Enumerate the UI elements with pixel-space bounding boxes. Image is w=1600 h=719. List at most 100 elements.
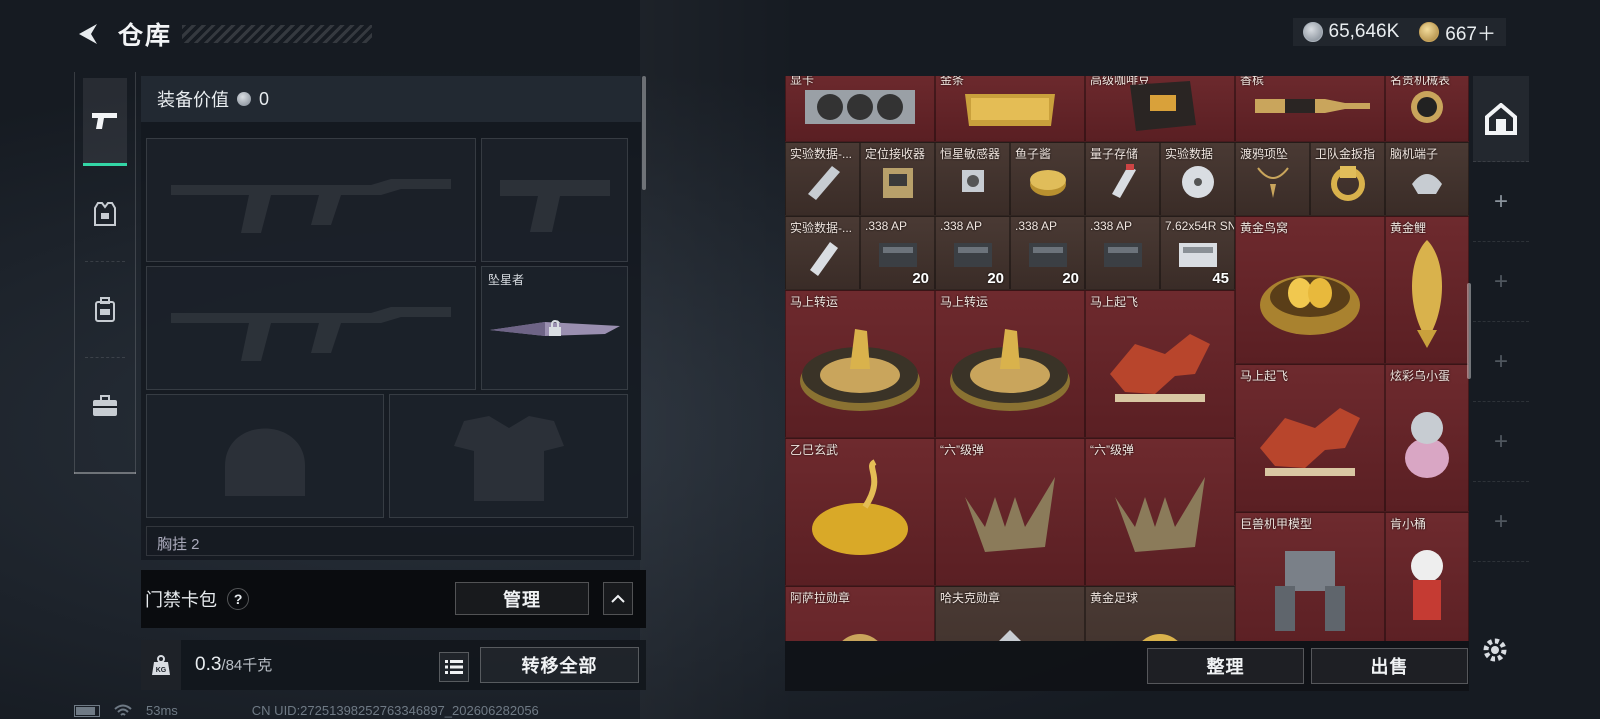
tab-armor[interactable] [75,166,135,262]
stash-item[interactable]: 卫队金扳指 [1310,142,1385,216]
currency-bar: 65,646K 667＋ [1292,18,1506,46]
stash-item[interactable]: .338 AP 20 [860,216,935,290]
ammo-box-icon [1178,243,1217,267]
pistol-slot[interactable] [481,138,628,262]
uid-text: CN UID:27251398252763346897_202606282056 [251,703,539,718]
gold-ring-icon [1330,166,1365,201]
disc-icon [1181,166,1214,198]
figurine-icon [1411,550,1443,620]
stash-item[interactable]: 肯小桶 [1385,512,1469,641]
capacity-bar: KG 0.3/84千克 转移全部 [141,640,646,690]
stash-action-bar: 整理 出售 [785,641,1469,691]
stash-item[interactable]: 名贵机械表 [1385,76,1469,142]
stash-item[interactable]: 高级咖啡豆 [1085,76,1235,142]
chest-rig-row[interactable]: 胸挂 2 [146,526,634,556]
stash-item[interactable]: 脑机端子 [1385,142,1469,216]
plus-icon: + [1493,267,1508,295]
equipment-scrollbar[interactable] [642,76,646,190]
plus-icon: + [1493,507,1508,535]
fortune-wheel-icon [950,329,1070,411]
helmet-slot[interactable] [146,394,384,518]
gold-currency[interactable]: 667＋ [1419,19,1496,46]
ammo-box-icon [953,243,992,267]
stash-item[interactable]: “六”级弹 [1085,438,1235,586]
manage-button[interactable]: 管理 [455,582,589,615]
stash-item[interactable]: 巨兽机甲模型 [1235,512,1385,641]
stash-item[interactable]: 马上转运 [785,290,935,438]
stash-item[interactable]: 渡鸦项坠 [1235,142,1310,216]
stash-item[interactable]: 黄金鲤 [1385,216,1469,364]
ammo-box-icon [1103,243,1142,267]
stash-item[interactable]: 马上起飞 [1235,364,1385,512]
stash-page-home[interactable] [1473,76,1529,162]
ping-text: 53ms [146,703,178,718]
melee-slot[interactable]: 坠星者 [481,266,628,390]
list-icon [445,660,463,674]
sort-button[interactable]: 整理 [1147,648,1304,684]
tab-rail-underline [74,472,136,474]
stash-item[interactable]: 7.62x54R SNB45 [1160,216,1235,290]
plus-icon: + [1493,347,1508,375]
stash-item[interactable]: 金条 [935,76,1085,142]
gold-bar-icon [965,94,1055,126]
silver-currency[interactable]: 65,646K [1302,21,1399,43]
stash-item[interactable]: .338 AP [1085,216,1160,290]
stash-item[interactable]: 量子存储 [1085,142,1160,216]
stash-item[interactable]: 定位接收器 [860,142,935,216]
stash-item[interactable]: 炫彩乌小蛋 [1385,364,1469,512]
stash-item[interactable]: .338 AP 20 [1010,216,1085,290]
stash-item[interactable]: 恒星敏感器 [935,142,1010,216]
ammo-box-icon [878,243,917,267]
stash-item[interactable]: 香槟 [1235,76,1385,142]
plus-icon: + [1493,187,1508,215]
stash-item[interactable]: 实验数据 [1160,142,1235,216]
stash-item[interactable]: .338 AP 20 [935,216,1010,290]
stash-page-add[interactable]: + [1473,242,1529,322]
stash-page-add[interactable]: + [1473,482,1529,562]
svg-text:KG: KG [156,667,167,674]
help-icon[interactable]: ? [222,583,254,615]
mech-model-icon [1275,551,1345,631]
stash-item[interactable]: 实验数据-... [785,216,860,290]
chevron-up-icon [611,594,625,603]
silver-coin-icon [237,92,251,106]
stash-item[interactable]: 哈夫克勋章 [935,586,1085,641]
armor-slot[interactable] [389,394,628,518]
secondary-weapon-slot[interactable] [146,266,476,390]
primary-weapon-slot[interactable] [146,138,476,262]
stash-item[interactable]: “六”级弹 [935,438,1085,586]
stash-item[interactable]: 显卡 [785,76,935,142]
stash-item[interactable]: 乙巳玄武 [785,438,935,586]
stash-scrollbar[interactable] [1467,283,1471,379]
stash-page-add[interactable]: + [1473,162,1529,242]
expand-button[interactable] [603,582,633,615]
list-view-button[interactable] [439,652,469,682]
transfer-all-button[interactable]: 转移全部 [480,647,639,683]
golden-turtle-icon [812,459,908,555]
stash-item[interactable]: 阿萨拉勋章 [785,586,935,641]
gold-amount: 667＋ [1445,23,1496,45]
armor-vest-icon [94,202,116,226]
hand-sign-icon [1115,477,1205,552]
settings-gear-icon[interactable] [1481,636,1509,669]
tab-weapons[interactable] [83,78,127,166]
stash-item[interactable]: 鱼子酱 [1010,142,1085,216]
equipment-panel: 装备价值 0 坠星者 胸挂 2 [141,76,641,560]
stash-item[interactable]: 黄金鸟窝 [1235,216,1385,364]
stash-item[interactable]: 马上起飞 [1085,290,1235,438]
pendant-icon [1256,167,1289,198]
tab-backpack[interactable] [75,262,135,358]
sell-button[interactable]: 出售 [1311,648,1468,684]
helmet-silhouette-icon [225,428,305,496]
stash-item[interactable]: 黄金足球 [1085,586,1235,641]
rifle-silhouette-icon [171,179,451,233]
equipment-value: 0 [259,88,270,109]
tab-case[interactable] [75,358,135,454]
stash-page-add[interactable]: + [1473,322,1529,402]
hand-sign-icon [965,477,1055,552]
back-arrow-icon[interactable] [74,20,102,48]
stash-item[interactable]: 马上转运 [935,290,1085,438]
stash-item[interactable]: 实验数据-... [785,142,860,216]
keycard-label: 门禁卡包 [145,590,217,610]
stash-page-add[interactable]: + [1473,402,1529,482]
